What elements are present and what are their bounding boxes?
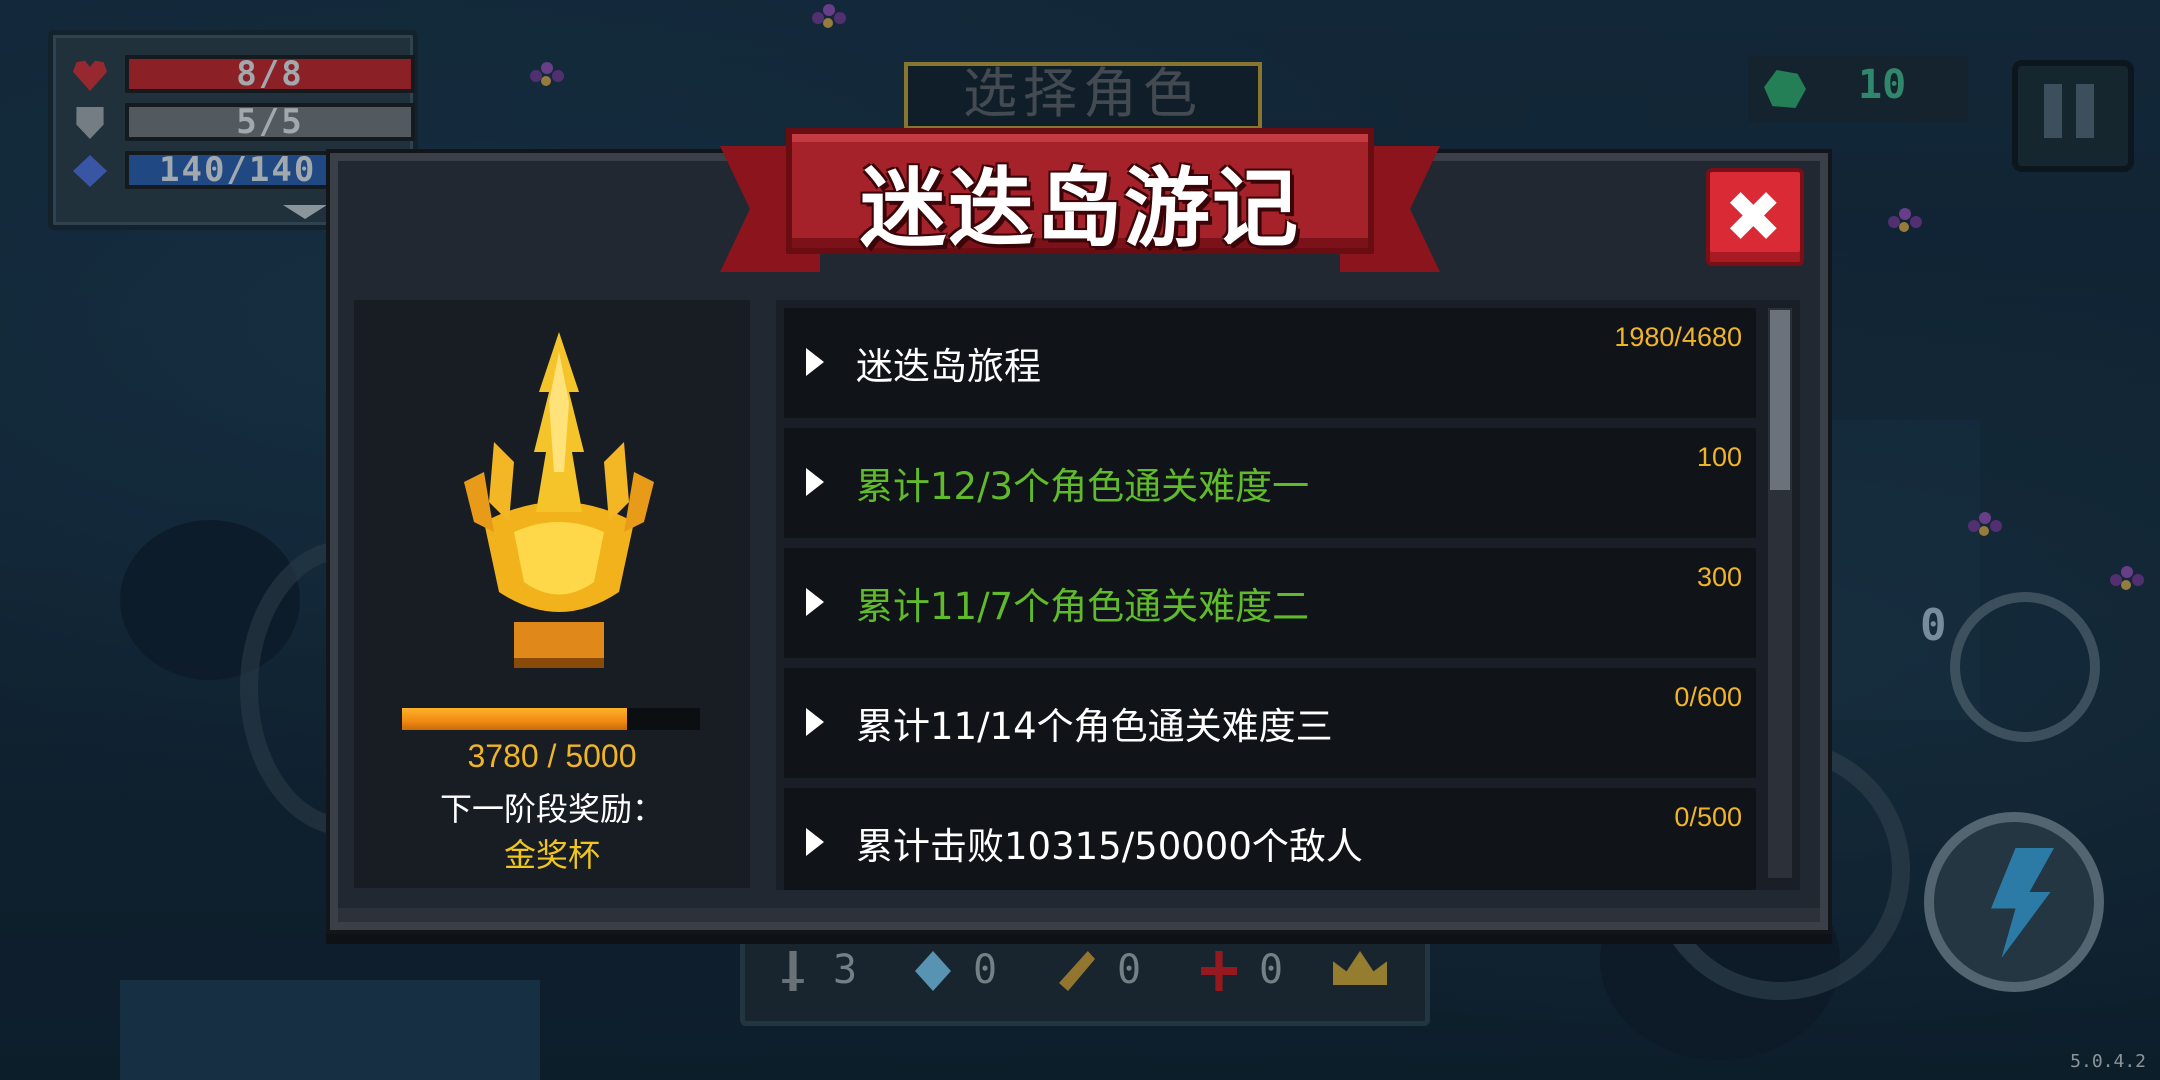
expand-arrow-icon xyxy=(806,708,824,736)
golden-trophy-icon xyxy=(464,332,654,668)
expand-arrow-icon xyxy=(806,828,824,856)
quest-reward: 100 xyxy=(1696,442,1742,472)
dialog-title-banner: 迷迭岛游记 xyxy=(786,128,1374,259)
quest-row[interactable]: 累计11/14个角色通关难度三 0/600 xyxy=(784,668,1756,778)
close-button[interactable]: ✖ xyxy=(1706,168,1804,266)
quest-list[interactable]: 迷迭岛旅程 1980/4680 累计12/3个角色通关难度一 100 累计11/… xyxy=(776,300,1800,890)
quest-label: 迷迭岛旅程 xyxy=(856,345,1041,388)
expand-arrow-icon xyxy=(806,468,824,496)
quest-label: 累计击败10315/50000个敌人 xyxy=(856,825,1363,868)
reward-panel: 3780 / 5000 下一阶段奖励： 金奖杯 xyxy=(354,300,750,888)
next-reward-name: 金奖杯 xyxy=(503,836,600,874)
quest-label: 累计12/3个角色通关难度一 xyxy=(856,465,1310,508)
quest-row[interactable]: 累计击败10315/50000个敌人 0/500 xyxy=(784,788,1756,890)
reward-progress-fill xyxy=(402,708,628,730)
quest-label: 累计11/14个角色通关难度三 xyxy=(856,705,1333,748)
expand-arrow-icon xyxy=(806,588,824,616)
quest-row[interactable]: 累计11/7个角色通关难度二 300 xyxy=(784,548,1756,658)
quest-row[interactable]: 迷迭岛旅程 1980/4680 xyxy=(784,308,1756,418)
quest-reward: 1980/4680 xyxy=(1614,322,1742,352)
quest-list-scrollbar[interactable] xyxy=(1768,308,1792,878)
next-reward-label: 下一阶段奖励： xyxy=(439,790,664,828)
reward-progress-bar xyxy=(402,708,700,730)
quest-reward: 0/600 xyxy=(1674,682,1742,712)
dialog-title: 迷迭岛游记 xyxy=(860,159,1300,259)
quest-reward: 300 xyxy=(1696,562,1742,592)
close-icon: ✖ xyxy=(1724,176,1783,258)
reward-progress-text: 3780 / 5000 xyxy=(467,738,637,774)
quest-row[interactable]: 累计12/3个角色通关难度一 100 xyxy=(784,428,1756,538)
quest-reward: 0/500 xyxy=(1674,802,1742,832)
quest-label: 累计11/7个角色通关难度二 xyxy=(856,585,1310,628)
expand-arrow-icon xyxy=(806,348,824,376)
scrollbar-thumb[interactable] xyxy=(1770,310,1790,490)
